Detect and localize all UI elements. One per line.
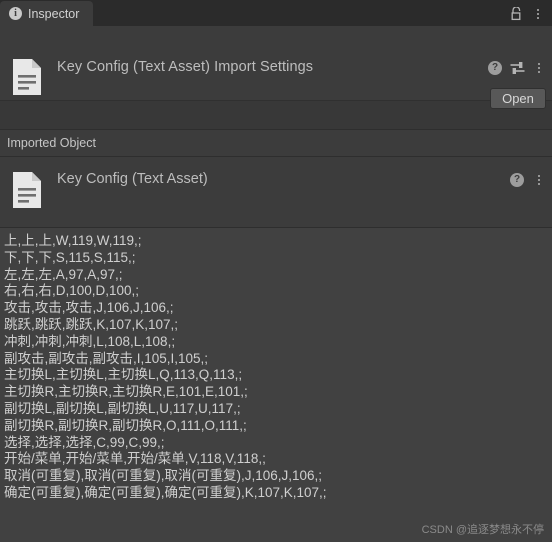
import-settings-title: Key Config (Text Asset) Import Settings bbox=[57, 59, 314, 75]
imported-object-controls: ? bbox=[510, 173, 545, 187]
kebab-dot bbox=[538, 175, 540, 177]
kebab-dot bbox=[538, 183, 540, 185]
imported-object-header: Key Config (Text Asset) ? bbox=[0, 157, 552, 228]
tab-inspector[interactable]: i Inspector bbox=[0, 1, 94, 26]
text-preview-line: 左,左,左,A,97,A,97,; bbox=[4, 266, 123, 282]
text-preview-line: 取消(可重复),取消(可重复),取消(可重复),J,106,J,106,; bbox=[4, 468, 323, 484]
imported-object-section-header: Imported Object bbox=[0, 130, 552, 157]
imported-object-label: Imported Object bbox=[7, 136, 96, 150]
kebab-menu-icon[interactable] bbox=[533, 173, 545, 187]
tab-bar: i Inspector bbox=[0, 0, 552, 26]
text-preview-line: 冲刺,冲刺,冲刺,L,108,L,108,; bbox=[4, 333, 176, 349]
lock-icon[interactable] bbox=[510, 7, 523, 21]
help-icon[interactable]: ? bbox=[510, 173, 524, 187]
import-settings-header: Key Config (Text Asset) Import Settings … bbox=[0, 26, 552, 109]
text-preview-line: 开始/菜单,开始/菜单,开始/菜单,V,118,V,118,; bbox=[4, 451, 266, 467]
open-button[interactable]: Open bbox=[490, 88, 546, 109]
import-settings-controls: ? bbox=[488, 61, 545, 75]
text-preview-line: 跳跃,跳跃,跳跃,K,107,K,107,; bbox=[4, 316, 179, 332]
kebab-menu-icon[interactable] bbox=[533, 61, 545, 75]
help-icon[interactable]: ? bbox=[488, 61, 502, 75]
text-preview-line: 副攻击,副攻击,副攻击,I,105,I,105,; bbox=[4, 350, 209, 366]
text-preview-line: 确定(可重复),确定(可重复),确定(可重复),K,107,K,107,; bbox=[4, 484, 327, 500]
tab-inspector-label: Inspector bbox=[28, 6, 80, 21]
kebab-dot bbox=[538, 71, 540, 73]
text-preview-line: 攻击,攻击,攻击,J,106,J,106,; bbox=[4, 300, 174, 316]
text-preview-line: 下,下,下,S,115,S,115,; bbox=[4, 249, 136, 265]
imported-object-title: Key Config (Text Asset) bbox=[57, 171, 208, 187]
text-preview-lines: 上,上,上,W,119,W,119,; 下,下,下,S,115,S,115,; 左,… bbox=[4, 233, 552, 502]
info-icon: i bbox=[9, 7, 22, 20]
watermark: CSDN @追逐梦想永不停 bbox=[421, 524, 544, 536]
text-preview-line: 右,右,右,D,100,D,100,; bbox=[4, 283, 140, 299]
kebab-dot bbox=[537, 13, 539, 15]
text-preview-line: 主切换L,主切换L,主切换L,Q,113,Q,113,; bbox=[4, 367, 243, 383]
panel-gap bbox=[0, 101, 552, 130]
text-asset-preview: 上,上,上,W,119,W,119,; 下,下,下,S,115,S,115,; 左,… bbox=[0, 228, 552, 542]
text-preview-line: 副切换R,副切换R,副切换R,O,111,O,111,; bbox=[4, 417, 247, 433]
kebab-dot bbox=[538, 179, 540, 181]
kebab-dot bbox=[538, 67, 540, 69]
text-preview-line: 上,上,上,W,119,W,119,; bbox=[4, 233, 142, 248]
kebab-menu-icon[interactable] bbox=[532, 7, 544, 21]
kebab-dot bbox=[537, 9, 539, 11]
tab-bar-controls bbox=[510, 7, 552, 26]
text-preview-line: 选择,选择,选择,C,99,C,99,; bbox=[4, 434, 165, 450]
inspector-window: i Inspector Key Config (Text Asset) Impo… bbox=[0, 0, 552, 542]
text-preview-line: 副切换L,副切换L,副切换L,U,117,U,117,; bbox=[4, 400, 241, 416]
kebab-dot bbox=[538, 63, 540, 65]
preset-icon[interactable] bbox=[510, 61, 525, 75]
text-preview-line: 主切换R,主切换R,主切换R,E,101,E,101,; bbox=[4, 384, 248, 400]
kebab-dot bbox=[537, 17, 539, 19]
